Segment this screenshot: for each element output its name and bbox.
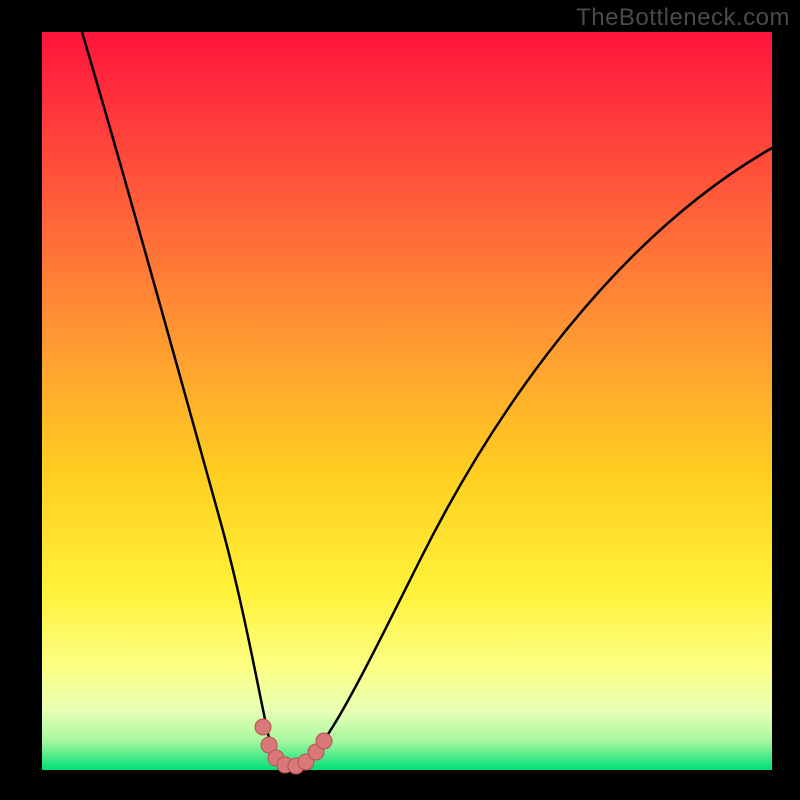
bottleneck-plot — [0, 0, 800, 800]
plot-background — [42, 32, 772, 770]
chart-frame: TheBottleneck.com — [0, 0, 800, 800]
watermark-text: TheBottleneck.com — [576, 4, 790, 32]
